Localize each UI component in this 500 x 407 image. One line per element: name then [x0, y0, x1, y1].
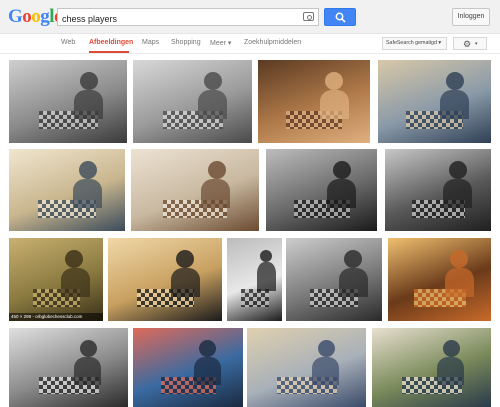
player-silhouette [199, 340, 216, 357]
chevron-down-icon: ▾ [475, 41, 478, 47]
image-result[interactable] [9, 328, 128, 407]
tab-images[interactable]: Afbeeldingen [89, 39, 133, 46]
player-silhouette [446, 72, 464, 90]
player-body [201, 179, 230, 208]
player-silhouette [318, 340, 335, 357]
player-body [437, 357, 464, 385]
player-silhouette [79, 161, 97, 179]
player-body [339, 268, 368, 297]
image-result[interactable] [378, 60, 491, 143]
search-button[interactable] [324, 8, 356, 26]
player-silhouette [450, 250, 468, 268]
logo-letter: G [8, 6, 23, 27]
chessboard-shape [241, 289, 269, 307]
player-body [312, 357, 339, 385]
search-icon [335, 12, 346, 23]
tab-maps[interactable]: Maps [142, 39, 159, 46]
safesearch-dropdown[interactable]: SafeSearch gematigd ▾ [382, 37, 447, 50]
signin-button[interactable]: Inloggen [452, 8, 490, 26]
image-result[interactable] [131, 149, 259, 231]
image-caption: 450 × 299 - orbglobechessclub.com [9, 313, 103, 321]
logo-letter: o [31, 6, 41, 27]
player-body [74, 90, 103, 119]
player-body [74, 357, 101, 385]
player-silhouette [260, 250, 272, 262]
player-silhouette [333, 161, 351, 179]
player-body [61, 268, 90, 297]
camera-icon[interactable] [303, 12, 314, 21]
player-silhouette [325, 72, 343, 90]
player-silhouette [443, 340, 460, 357]
player-body [327, 179, 356, 208]
gear-icon: ⚙ [463, 39, 472, 49]
image-result[interactable] [258, 60, 370, 143]
settings-button[interactable]: ⚙ ▾ [453, 37, 487, 50]
player-body [73, 179, 102, 208]
image-result[interactable] [385, 149, 491, 231]
search-input[interactable] [58, 11, 288, 27]
tab-web[interactable]: Web [61, 39, 75, 46]
search-box[interactable] [57, 8, 319, 27]
player-silhouette [208, 161, 226, 179]
player-body [440, 90, 469, 119]
image-result[interactable] [133, 328, 243, 407]
tab-more[interactable]: Meer ▾ [210, 39, 231, 47]
image-result[interactable] [133, 60, 252, 143]
image-result[interactable] [247, 328, 366, 407]
player-silhouette [80, 340, 97, 357]
image-result[interactable] [9, 149, 125, 231]
player-body [194, 357, 221, 385]
image-result[interactable] [227, 238, 282, 321]
logo-letter: g [40, 6, 50, 27]
logo-letter: o [22, 6, 32, 27]
player-silhouette [204, 72, 222, 90]
image-result[interactable] [108, 238, 222, 321]
active-tab-indicator [89, 51, 129, 53]
player-silhouette [80, 72, 98, 90]
top-bar: Google Inloggen [0, 0, 500, 34]
image-result[interactable] [388, 238, 491, 321]
player-silhouette [176, 250, 194, 268]
tab-shopping[interactable]: Shopping [171, 39, 201, 46]
google-logo[interactable]: Google [8, 6, 62, 28]
player-silhouette [449, 161, 467, 179]
player-silhouette [344, 250, 362, 268]
image-result[interactable] [372, 328, 491, 407]
tab-search-tools[interactable]: Zoekhulpmiddelen [244, 39, 301, 46]
player-body [320, 90, 349, 119]
image-result[interactable] [266, 149, 377, 231]
image-result[interactable] [9, 60, 127, 143]
player-body [443, 179, 472, 208]
player-body [198, 90, 227, 119]
player-body [257, 262, 276, 291]
image-result[interactable] [286, 238, 382, 321]
player-silhouette [65, 250, 83, 268]
player-body [171, 268, 200, 297]
image-result[interactable]: 450 × 299 - orbglobechessclub.com [9, 238, 103, 321]
player-body [445, 268, 474, 297]
